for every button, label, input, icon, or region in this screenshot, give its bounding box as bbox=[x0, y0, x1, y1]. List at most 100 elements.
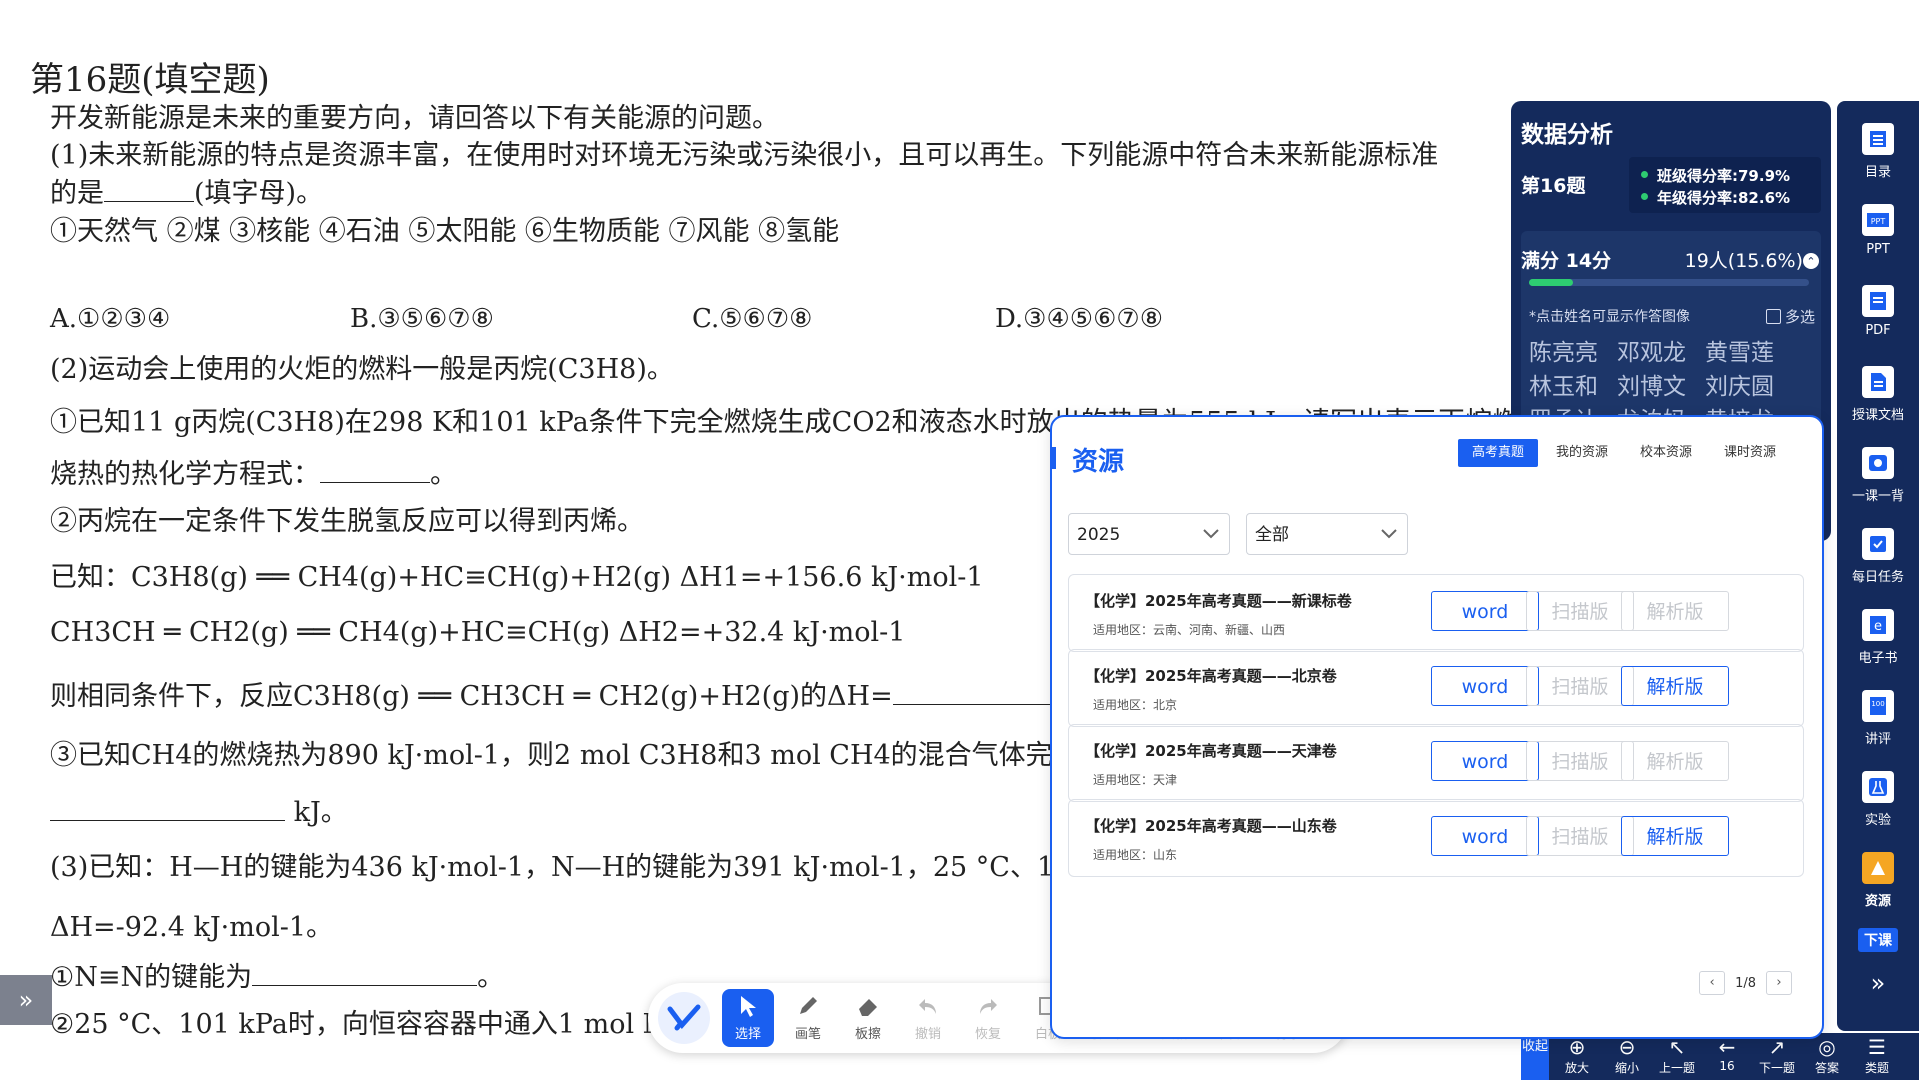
sidebar-item-ebook[interactable]: e 电子书 bbox=[1837, 609, 1919, 666]
expand-sidebar-icon[interactable]: » bbox=[1837, 969, 1919, 997]
word-button[interactable]: word bbox=[1431, 591, 1539, 631]
sidebar-item-resource[interactable]: 资源 bbox=[1837, 852, 1919, 909]
answer-button[interactable]: ◎ 答案 bbox=[1802, 1035, 1852, 1076]
data-analysis-title: 数据分析 bbox=[1521, 122, 1613, 148]
answer-blank[interactable] bbox=[104, 179, 194, 202]
sidebar-item-ppt[interactable]: PPT PPT bbox=[1837, 204, 1919, 257]
part2-2: ②丙烷在一定条件下发生脱氢反应可以得到丙烯。 bbox=[50, 506, 644, 537]
catalog-icon bbox=[1862, 123, 1894, 155]
student-name[interactable]: 邓观龙 bbox=[1617, 333, 1686, 367]
resource-dialog: 资源 高考真题 我的资源 校本资源 课时资源 2025 全部 【化学】2025年… bbox=[1050, 415, 1824, 1039]
paper-title: 【化学】2025年高考真题——新课标卷 bbox=[1085, 592, 1352, 610]
app-logo[interactable] bbox=[658, 992, 710, 1044]
redo-icon bbox=[980, 999, 997, 1014]
tool-pen[interactable]: 画笔 bbox=[782, 989, 834, 1047]
checkbox-icon bbox=[1765, 309, 1781, 324]
similar-questions-label: 类题 bbox=[1864, 1061, 1889, 1075]
collapse-button[interactable]: 收起 bbox=[1521, 1033, 1549, 1080]
expand-panel-button[interactable]: » bbox=[0, 975, 52, 1025]
sidebar-item-pdf[interactable]: PDF bbox=[1837, 285, 1919, 338]
paper-card: 【化学】2025年高考真题——北京卷 适用地区：北京 word 扫描版 解析版 bbox=[1068, 649, 1804, 727]
student-name[interactable]: 刘庆圆 bbox=[1705, 367, 1774, 401]
same-condition-text: 则相同条件下，反应C3H8(g) ══ CH3CH ═ CH2(g)+H2(g)… bbox=[50, 681, 893, 712]
next-question-button[interactable]: ↗ 下一题 bbox=[1752, 1035, 1802, 1076]
tool-select[interactable]: 选择 bbox=[722, 989, 774, 1047]
tab-gaokao[interactable]: 高考真题 bbox=[1457, 439, 1538, 467]
prev-question-label: 上一题 bbox=[1658, 1061, 1695, 1075]
progress-fill bbox=[1529, 279, 1573, 286]
chevron-left-icon: ‹ bbox=[1709, 975, 1715, 990]
zoom-in-button[interactable]: ⊕ 放大 bbox=[1552, 1035, 1602, 1076]
recite-icon bbox=[1862, 447, 1894, 479]
student-name[interactable]: 刘博文 bbox=[1617, 367, 1686, 401]
analysis-button: 解析版 bbox=[1621, 741, 1729, 781]
analysis-button[interactable]: 解析版 bbox=[1621, 816, 1729, 856]
resource-title: 资源 bbox=[1072, 447, 1125, 477]
student-name[interactable]: 黄雪莲 bbox=[1705, 333, 1774, 367]
paper-region: 适用地区：山东 bbox=[1093, 848, 1178, 862]
tool-undo[interactable]: 撤销 bbox=[902, 989, 954, 1047]
part3-1-text: ①N≡N的键能为 bbox=[50, 962, 253, 993]
multi-select-checkbox[interactable]: 多选 bbox=[1765, 306, 1815, 327]
paper-title: 【化学】2025年高考真题——天津卷 bbox=[1085, 742, 1337, 760]
part3-line2: ΔH=-92.4 kJ·mol-1。 bbox=[50, 912, 334, 943]
sidebar-item-experiment[interactable]: 实验 bbox=[1837, 771, 1919, 828]
sidebar-item-label: 每日任务 bbox=[1851, 570, 1904, 585]
tab-lesson-resources[interactable]: 课时资源 bbox=[1710, 439, 1790, 467]
question-title: 第16题(填空题) bbox=[30, 60, 270, 100]
prev-page-button[interactable]: ‹ bbox=[1699, 971, 1726, 995]
word-button[interactable]: word bbox=[1431, 816, 1539, 856]
zoom-out-label: 缩小 bbox=[1614, 1061, 1639, 1075]
question-intro: 开发新能源是未来的重要方向，请回答以下有关能源的问题。 bbox=[50, 103, 779, 134]
end-class-button[interactable]: 下课 bbox=[1858, 928, 1898, 952]
similar-questions-button[interactable]: ☰ 类题 bbox=[1852, 1035, 1902, 1076]
sidebar-item-label: 讲评 bbox=[1864, 732, 1891, 747]
option-a: A.①②③④ bbox=[50, 304, 171, 334]
word-button[interactable]: word bbox=[1431, 741, 1539, 781]
answer-blank[interactable] bbox=[252, 963, 478, 986]
scan-button: 扫描版 bbox=[1526, 741, 1634, 781]
option-c: C.⑤⑥⑦⑧ bbox=[692, 304, 813, 334]
sidebar-item-label: PPT bbox=[1866, 242, 1890, 257]
student-name[interactable]: 陈亮亮 bbox=[1529, 333, 1598, 367]
tool-redo[interactable]: 恢复 bbox=[962, 989, 1014, 1047]
sidebar-item-label: 授课文档 bbox=[1851, 408, 1904, 423]
analysis-button[interactable]: 解析版 bbox=[1621, 666, 1729, 706]
question-number[interactable]: ← 16 bbox=[1702, 1035, 1752, 1073]
sidebar-item-lesson-doc[interactable]: 授课文档 bbox=[1837, 366, 1919, 423]
sidebar-item-daily-task[interactable]: 每日任务 bbox=[1837, 528, 1919, 585]
part2-1-line2: 烧热的热化学方程式： 。 bbox=[50, 452, 457, 491]
sidebar-item-review[interactable]: 100 讲评 bbox=[1837, 690, 1919, 747]
part1-prefix: 的是 bbox=[50, 178, 104, 209]
full-marks-count: 19人(15.6%) bbox=[1684, 250, 1803, 272]
sidebar-item-label: 一课一背 bbox=[1851, 489, 1904, 504]
sidebar-item-recite[interactable]: 一课一背 bbox=[1837, 447, 1919, 504]
answer-blank[interactable] bbox=[50, 798, 285, 821]
sidebar-item-catalog[interactable]: 目录 bbox=[1837, 123, 1919, 180]
student-name[interactable]: 林玉和 bbox=[1529, 367, 1598, 401]
list-icon: ☰ bbox=[1868, 1035, 1886, 1059]
tab-my-resources[interactable]: 我的资源 bbox=[1542, 439, 1622, 467]
question-label: 第16题 bbox=[1521, 175, 1586, 197]
document-icon bbox=[1862, 366, 1894, 398]
zoom-out-button[interactable]: ⊖ 缩小 bbox=[1602, 1035, 1652, 1076]
scan-button: 扫描版 bbox=[1526, 816, 1634, 856]
svg-text:100: 100 bbox=[1871, 700, 1884, 708]
scan-button: 扫描版 bbox=[1526, 666, 1634, 706]
green-dot-icon bbox=[1641, 171, 1648, 178]
region-select[interactable]: 全部 bbox=[1246, 513, 1408, 555]
ebook-icon: e bbox=[1862, 609, 1894, 641]
word-button[interactable]: word bbox=[1431, 666, 1539, 706]
prev-question-button[interactable]: ↖ 上一题 bbox=[1652, 1035, 1702, 1076]
option-b: B.③⑤⑥⑦⑧ bbox=[350, 304, 494, 334]
resource-tabs: 高考真题 我的资源 校本资源 课时资源 bbox=[1454, 439, 1790, 467]
part2-3-unit: kJ。 bbox=[293, 797, 348, 828]
tab-school-resources[interactable]: 校本资源 bbox=[1626, 439, 1706, 467]
task-icon bbox=[1862, 528, 1894, 560]
year-select[interactable]: 2025 bbox=[1068, 513, 1230, 555]
tool-eraser[interactable]: 板擦 bbox=[842, 989, 894, 1047]
next-page-button[interactable]: › bbox=[1766, 971, 1792, 995]
answer-blank[interactable] bbox=[320, 460, 430, 483]
collapse-icon[interactable]: ⌃ bbox=[1803, 253, 1819, 269]
tool-pen-label: 画笔 bbox=[794, 1027, 821, 1042]
